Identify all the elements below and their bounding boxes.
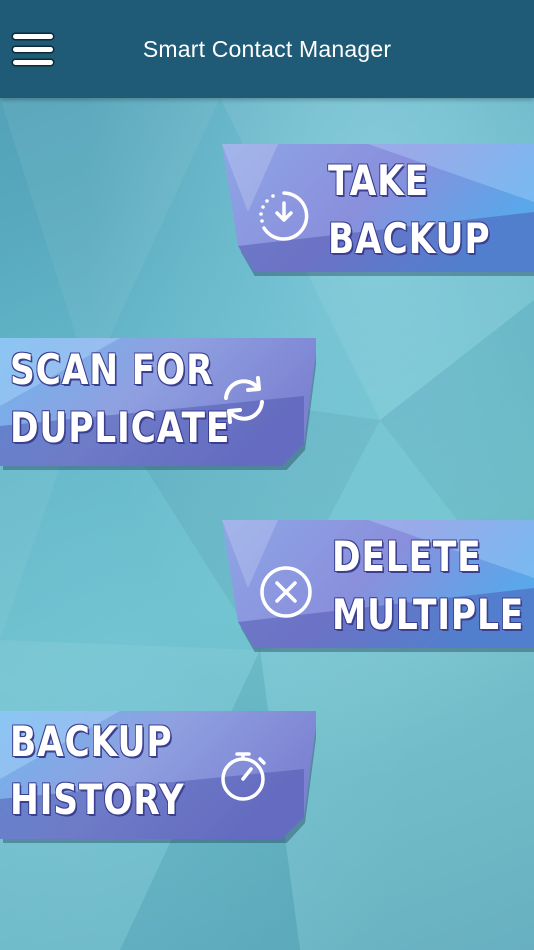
scan-duplicate-label: SCAN FOR DUPLICATE xyxy=(10,345,231,452)
take-backup-button[interactable]: TAKE BACKUP xyxy=(218,142,534,276)
page-title: Smart Contact Manager xyxy=(142,36,392,62)
scan-duplicate-button[interactable]: SCAN FOR DUPLICATE xyxy=(0,336,316,470)
delete-circle-x-icon xyxy=(260,566,312,618)
stopwatch-icon xyxy=(221,752,266,801)
take-backup-label: TAKE BACKUP xyxy=(328,156,491,263)
sync-icon xyxy=(224,376,264,424)
backup-history-button[interactable]: BACKUP HISTORY xyxy=(0,709,316,843)
delete-multiple-button[interactable]: DELETE MULTIPLE xyxy=(218,518,534,652)
app-header: Smart Contact Manager xyxy=(0,0,534,98)
backup-clock-icon xyxy=(259,191,309,241)
backup-history-label: BACKUP HISTORY xyxy=(10,717,185,824)
delete-multiple-label: DELETE MULTIPLE xyxy=(332,532,525,639)
